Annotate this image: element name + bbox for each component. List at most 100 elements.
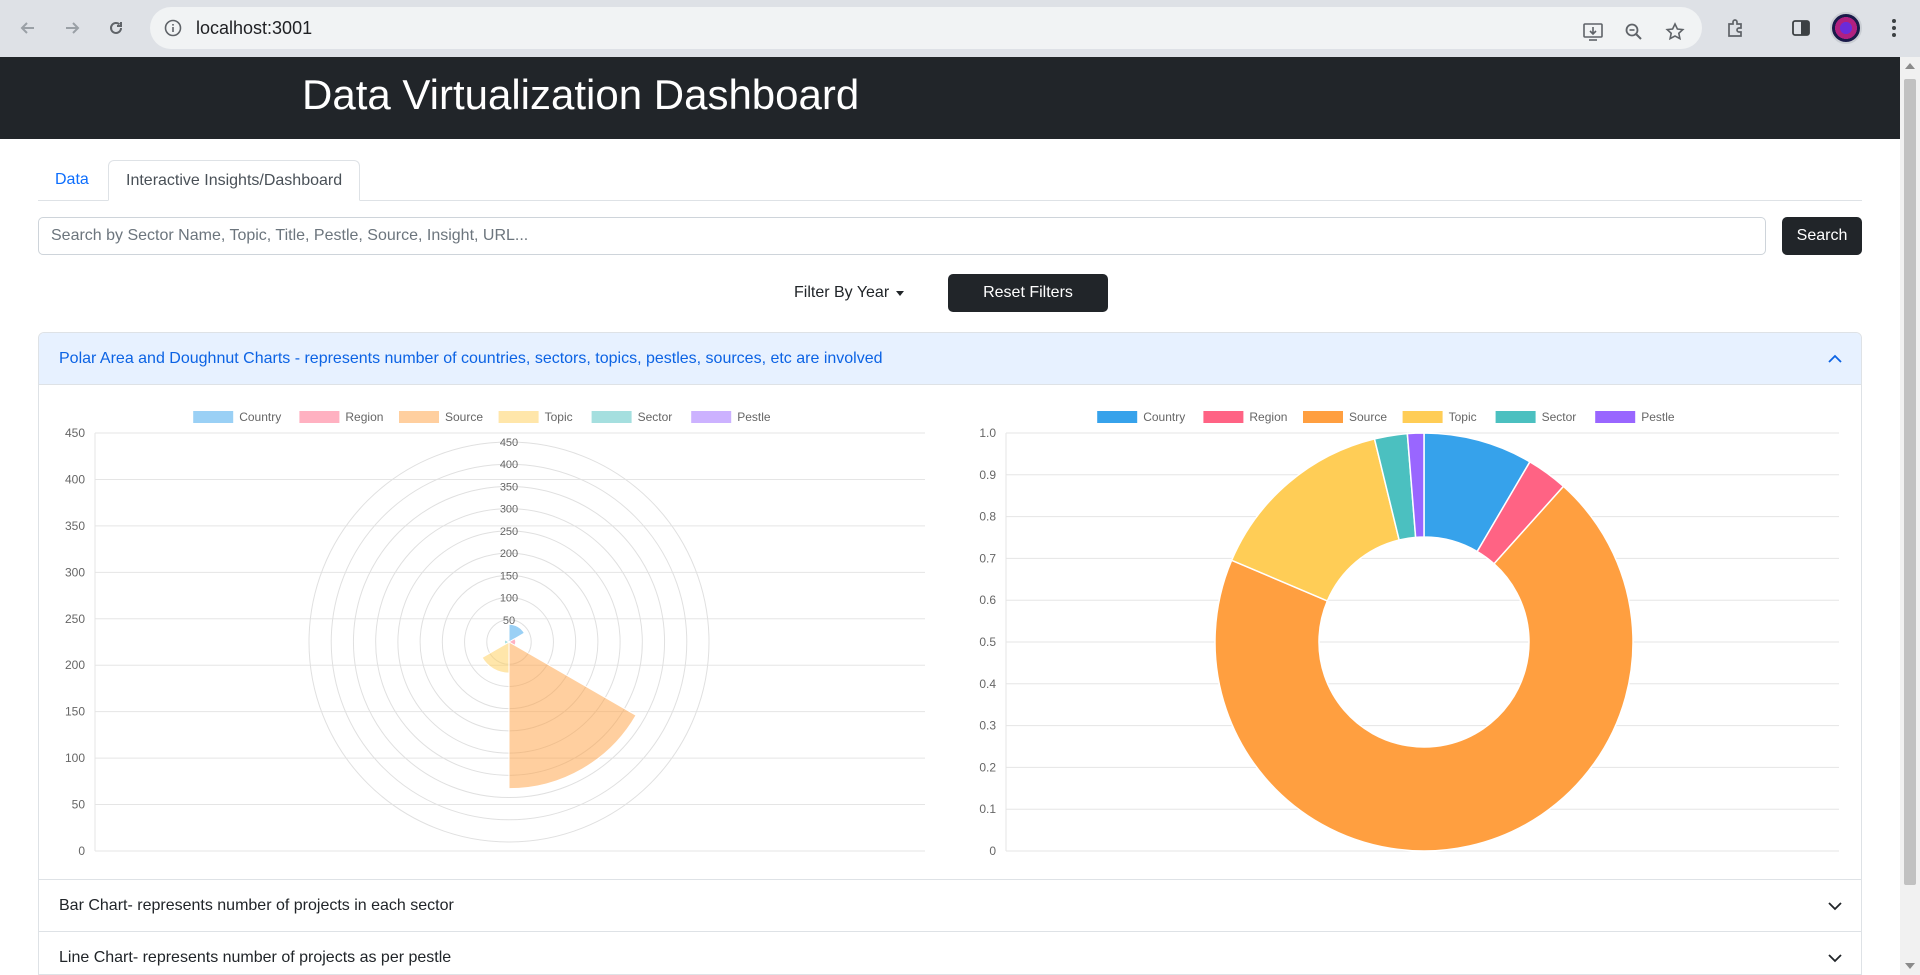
legend-label: Source: [445, 410, 483, 424]
accordion-body-charts: Country Region Source Topic Sector Pestle 0 50 1…: [39, 385, 1861, 880]
y-tick-label: 0: [78, 844, 85, 858]
y-tick-label: 0: [989, 844, 996, 858]
legend-label: Source: [1349, 410, 1387, 424]
legend-swatch: [299, 411, 340, 423]
polar-slice-country: [508, 623, 526, 643]
profile-avatar[interactable]: [1830, 12, 1862, 44]
side-panel-icon[interactable]: [1785, 12, 1817, 44]
legend-item-region: Region: [1203, 410, 1287, 424]
charts-accordion: Polar Area and Doughnut Charts - represe…: [38, 332, 1862, 975]
legend-swatch: [1402, 411, 1443, 423]
y-tick-label: 1.0: [979, 426, 996, 440]
polar-slice-source: [508, 641, 637, 790]
reload-icon[interactable]: [100, 12, 132, 44]
legend-swatch: [591, 411, 632, 423]
browser-menu-icon[interactable]: [1878, 12, 1910, 44]
legend-swatch: [1595, 411, 1636, 423]
legend-label: Topic: [545, 410, 573, 424]
legend-label: Sector: [1542, 410, 1577, 424]
y-tick-label: 100: [65, 751, 85, 765]
legend-swatch: [193, 411, 234, 423]
legend-item-sector: Sector: [591, 410, 672, 424]
chevron-up-icon: [1828, 354, 1842, 363]
legend-item-topic: Topic: [1402, 410, 1477, 424]
y-tick-label: 350: [65, 519, 85, 533]
y-tick-label: 0.9: [979, 468, 996, 482]
y-tick-label: 0.1: [979, 802, 996, 816]
doughnut-chart[interactable]: Country Region Source Topic Sector Pestle 0 0.1…: [951, 385, 1861, 879]
legend-item-sector: Sector: [1495, 410, 1577, 424]
chevron-down-icon: [1828, 902, 1842, 911]
radial-tick-label: 100: [500, 593, 518, 605]
install-app-icon[interactable]: [1580, 19, 1606, 45]
scroll-up-icon[interactable]: [1905, 63, 1915, 69]
radial-tick-label: 150: [500, 570, 518, 582]
legend-item-pestle: Pestle: [691, 410, 771, 424]
legend-label: Topic: [1449, 410, 1477, 424]
radial-tick-label: 200: [500, 548, 518, 560]
app-header: Data Virtualization Dashboard: [0, 57, 1900, 139]
search-input[interactable]: [38, 217, 1766, 255]
back-arrow-icon[interactable]: [12, 12, 44, 44]
zoom-icon[interactable]: [1621, 19, 1647, 45]
accordion-header-polar-doughnut[interactable]: Polar Area and Doughnut Charts - represe…: [39, 333, 1861, 385]
y-tick-label: 0.8: [979, 510, 996, 524]
legend-swatch: [691, 411, 732, 423]
y-tick-label: 250: [65, 612, 85, 626]
search-button[interactable]: Search: [1782, 217, 1862, 255]
browser-toolbar: localhost:3001: [0, 0, 1920, 57]
tab-bar: Data Interactive Insights/Dashboard: [38, 160, 1862, 201]
chevron-down-icon: [1828, 954, 1842, 963]
radial-tick-label: 450: [500, 437, 518, 449]
scroll-down-icon[interactable]: [1905, 963, 1915, 969]
y-tick-label: 0.5: [979, 635, 996, 649]
legend-item-source: Source: [399, 410, 483, 424]
polar-slice-topic: [481, 641, 510, 674]
radial-tick-label: 350: [500, 481, 518, 493]
accordion-header-line-chart[interactable]: Line Chart- represents number of project…: [39, 932, 1861, 974]
filter-by-year-label: Filter By Year: [794, 284, 890, 301]
legend-swatch: [498, 411, 539, 423]
scrollbar-thumb[interactable]: [1904, 79, 1916, 885]
bookmark-star-icon[interactable]: [1662, 19, 1688, 45]
extensions-icon[interactable]: [1720, 12, 1752, 44]
legend-item-pestle: Pestle: [1595, 410, 1675, 424]
radial-tick-label: 400: [500, 459, 518, 471]
address-bar[interactable]: localhost:3001: [150, 7, 1702, 49]
legend-label: Country: [1143, 410, 1185, 424]
page-scrollbar[interactable]: [1900, 57, 1920, 975]
legend-swatch: [399, 411, 439, 423]
filter-by-year-dropdown[interactable]: Filter By Year: [794, 274, 905, 312]
y-tick-label: 400: [65, 472, 85, 486]
reset-filters-button[interactable]: Reset Filters: [948, 274, 1108, 312]
legend-item-source: Source: [1303, 410, 1387, 424]
caret-down-icon: [896, 290, 905, 296]
y-tick-label: 0.2: [979, 760, 996, 774]
polar-area-chart[interactable]: Country Region Source Topic Sector Pestle 0 50 1…: [39, 385, 949, 879]
y-tick-label: 0.4: [979, 677, 996, 691]
legend-item-topic: Topic: [498, 410, 573, 424]
url-text[interactable]: localhost:3001: [196, 18, 312, 39]
legend-swatch: [1303, 411, 1343, 423]
radial-tick-label: 300: [500, 504, 518, 516]
y-tick-label: 300: [65, 565, 85, 579]
tab-interactive-insights[interactable]: Interactive Insights/Dashboard: [108, 160, 361, 201]
y-tick-label: 200: [65, 658, 85, 672]
forward-arrow-icon[interactable]: [56, 12, 88, 44]
accordion-header-bar-chart[interactable]: Bar Chart- represents number of projects…: [39, 880, 1861, 932]
legend-swatch: [1495, 411, 1536, 423]
site-info-icon[interactable]: [162, 17, 184, 39]
legend-item-country: Country: [193, 410, 281, 424]
legend-item-country: Country: [1097, 410, 1185, 424]
y-tick-label: 450: [65, 426, 85, 440]
legend-label: Region: [1249, 410, 1287, 424]
y-tick-label: 0.7: [979, 551, 996, 565]
legend-item-region: Region: [299, 410, 383, 424]
legend-label: Pestle: [737, 410, 771, 424]
tab-data[interactable]: Data: [38, 160, 106, 199]
legend-label: Region: [345, 410, 383, 424]
y-tick-label: 0.3: [979, 719, 996, 733]
radial-tick-label: 250: [500, 526, 518, 538]
radial-tick-label: 50: [503, 615, 515, 627]
legend-label: Pestle: [1641, 410, 1675, 424]
